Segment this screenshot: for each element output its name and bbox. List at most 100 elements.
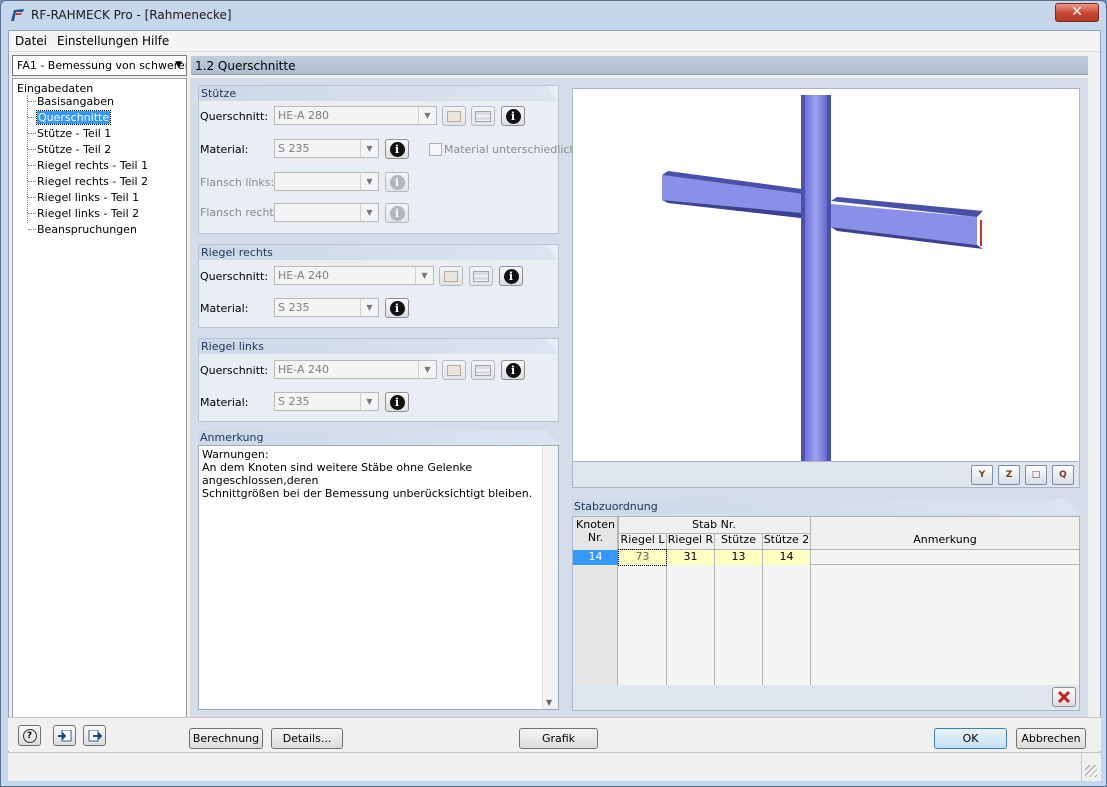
header-divider — [619, 533, 811, 534]
riegel-rechts-querschnitt-info-button[interactable]: i — [499, 266, 523, 286]
button-bar: ? Berechnung Details... Grafik OK Abbrec… — [8, 717, 1101, 751]
status-divider — [1081, 753, 1082, 781]
title-bar: RF-RAHMECK Pro - [Rahmenecke] ✕ — [1, 1, 1106, 29]
help-button[interactable]: ? — [18, 725, 41, 746]
col-stab-nr: Stab Nr. — [692, 518, 736, 531]
stab-table: Knoten Nr. Stab Nr. Riegel L Riegel R St… — [572, 516, 1080, 687]
tree-item-riegel-links-teil-1[interactable]: Riegel links - Teil 1 — [37, 191, 139, 204]
cell-knoten[interactable]: 14 — [573, 550, 618, 565]
export-button[interactable] — [83, 725, 106, 746]
group-stabzuordnung-heading: Stabzuordnung — [572, 499, 1080, 514]
riegel-links-querschnitt-select[interactable]: HE-A 240 ▼ — [274, 360, 437, 379]
cell-stuetze[interactable]: 13 — [715, 550, 762, 565]
col-riegel-r-label: Riegel R — [667, 533, 714, 546]
tree-item-riegel-links-teil-2[interactable]: Riegel links - Teil 2 — [37, 207, 139, 220]
riegel-links-material-info-button[interactable]: i — [385, 392, 409, 412]
group-riegel-links-heading: Riegel links — [199, 339, 558, 354]
menu-einstellungen[interactable]: Einstellungen — [57, 34, 138, 48]
flansch-rechts-label: Flansch rechts: — [200, 206, 284, 219]
anmerkung-scrollbar[interactable]: ▼ — [542, 446, 558, 709]
tree-root-eingabedaten[interactable]: Eingabedaten — [17, 82, 93, 95]
info-icon: i — [389, 141, 405, 157]
riegel-rechts-material-select[interactable]: S 235 ▼ — [274, 298, 379, 317]
riegel-rechts-material-info-button[interactable]: i — [385, 298, 409, 318]
stuetze-material-select[interactable]: S 235 ▼ — [274, 139, 379, 158]
book-icon — [447, 110, 461, 122]
menu-bar: Datei Einstellungen Hilfe — [9, 31, 1100, 52]
library-button[interactable] — [442, 106, 466, 126]
book-icon — [444, 270, 458, 282]
tree-item-beanspruchungen[interactable]: Beanspruchungen — [37, 223, 137, 236]
view-toolbar: Y Z □ Q — [572, 462, 1080, 488]
view-zoom-button[interactable]: Q — [1052, 465, 1074, 485]
import-button[interactable] — [53, 725, 76, 746]
delete-icon — [1057, 690, 1071, 704]
group-stuetze-heading: Stütze — [199, 86, 558, 101]
view-z-button[interactable]: Z — [998, 465, 1020, 485]
delete-row-button[interactable] — [1052, 687, 1076, 707]
close-button[interactable]: ✕ — [1055, 3, 1099, 22]
riegel-rechts-querschnitt-select[interactable]: HE-A 240 ▼ — [274, 266, 434, 285]
graphics-view[interactable] — [572, 88, 1080, 462]
table-row[interactable]: 14 73 31 13 14 — [573, 549, 1079, 566]
section-table-button[interactable] — [471, 360, 495, 380]
menu-hilfe[interactable]: Hilfe — [142, 34, 169, 48]
anmerkung-line-2: An dem Knoten sind weitere Stäbe ohne Ge… — [202, 461, 473, 487]
col-knoten: Knoten — [576, 518, 615, 531]
flansch-links-info-button[interactable]: i — [385, 172, 409, 192]
section-table-button[interactable] — [471, 106, 495, 126]
stuetze-querschnitt-select[interactable]: HE-A 280 ▼ — [274, 106, 437, 125]
stuetze-material-info-button[interactable]: i — [385, 139, 409, 159]
window-title: RF-RAHMECK Pro - [Rahmenecke] — [31, 8, 232, 22]
material-unterschiedlich-checkbox[interactable] — [429, 143, 442, 156]
col-riegel-l-label: Riegel L — [620, 533, 665, 546]
riegel-rechts-querschnitt-value: HE-A 240 — [278, 269, 329, 282]
info-icon: i — [389, 394, 405, 410]
group-anmerkung: Anmerkung — [198, 430, 559, 446]
table-icon — [475, 110, 491, 122]
riegel-links-material-select[interactable]: S 235 ▼ — [274, 392, 379, 411]
details-button[interactable]: Details... — [271, 728, 343, 749]
ok-button[interactable]: OK — [934, 728, 1007, 749]
header-divider — [618, 517, 619, 550]
cell-riegel-l[interactable]: 73 — [618, 549, 667, 566]
section-table-button[interactable] — [469, 266, 493, 286]
view-iso-button[interactable]: □ — [1025, 465, 1047, 485]
book-icon — [447, 364, 461, 376]
menu-datei[interactable]: Datei — [15, 34, 47, 48]
grafik-button[interactable]: Grafik — [519, 728, 598, 749]
stuetze-material-label: Material: — [200, 143, 249, 156]
tree-item-stuetze-teil-2[interactable]: Stütze - Teil 2 — [37, 143, 111, 156]
resize-grip[interactable] — [1085, 765, 1097, 777]
library-button[interactable] — [442, 360, 466, 380]
view-y-button[interactable]: Y — [971, 465, 993, 485]
chevron-down-icon: ▼ — [360, 299, 378, 316]
tree-item-querschnitte[interactable]: Querschnitte — [35, 110, 112, 125]
chevron-down-icon: ▼ — [360, 140, 378, 157]
navigator-tree: Eingabedaten Basisangaben Querschnitte S… — [12, 78, 187, 739]
riegel-links-querschnitt-value: HE-A 240 — [278, 363, 329, 376]
tree-item-riegel-rechts-teil-1[interactable]: Riegel rechts - Teil 1 — [37, 159, 148, 172]
flansch-rechts-select[interactable]: ▼ — [274, 203, 379, 222]
cell-stuetze-2[interactable]: 14 — [763, 550, 810, 565]
case-select[interactable]: FA1 - Bemessung von schwerer ▼ — [12, 55, 187, 76]
abbrechen-button[interactable]: Abbrechen — [1016, 728, 1086, 749]
anmerkung-textarea[interactable]: Warnungen: An dem Knoten sind weitere St… — [198, 445, 559, 710]
table-icon — [475, 364, 491, 376]
cell-riegel-r[interactable]: 31 — [667, 550, 714, 565]
col-anmerkung: Anmerkung — [913, 533, 977, 546]
col-stuetze-label: Stütze — [720, 533, 757, 546]
flansch-rechts-info-button[interactable]: i — [385, 203, 409, 223]
chevron-down-icon: ▼ — [418, 107, 436, 124]
chevron-down-icon: ▼ — [546, 698, 553, 707]
tree-item-riegel-rechts-teil-2[interactable]: Riegel rechts - Teil 2 — [37, 175, 148, 188]
tree-item-stuetze-teil-1[interactable]: Stütze - Teil 1 — [37, 127, 111, 140]
tree-item-basisangaben[interactable]: Basisangaben — [37, 95, 114, 108]
stuetze-querschnitt-info-button[interactable]: i — [501, 106, 525, 126]
col-stuetze-2-label: Stütze 2 — [763, 533, 810, 546]
flansch-links-select[interactable]: ▼ — [274, 172, 379, 191]
stuetze-querschnitt-label: Querschnitt: — [200, 110, 269, 123]
riegel-links-querschnitt-info-button[interactable]: i — [501, 360, 525, 380]
library-button[interactable] — [439, 266, 463, 286]
berechnung-button[interactable]: Berechnung — [189, 728, 263, 749]
